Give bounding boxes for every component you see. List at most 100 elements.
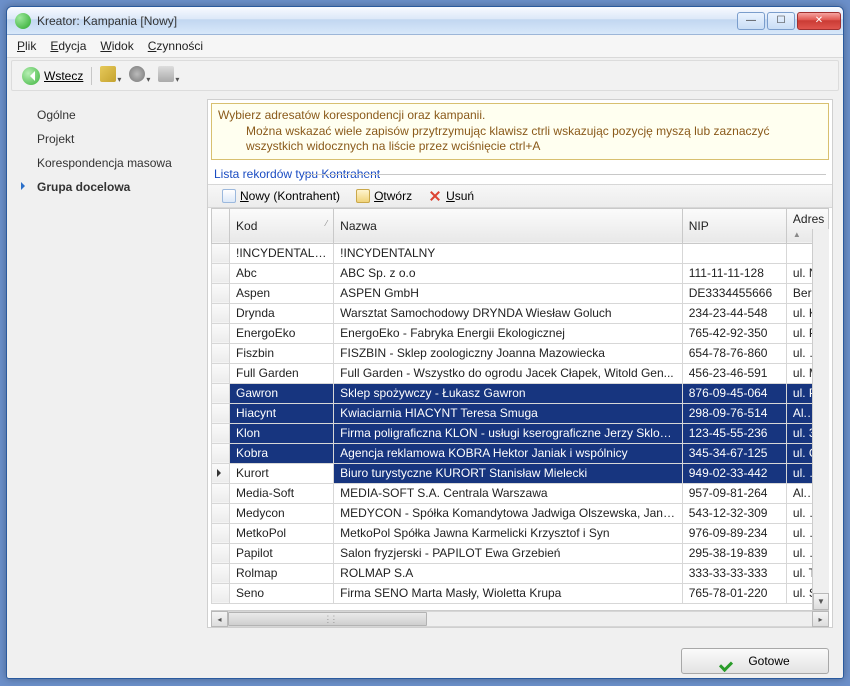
vertical-scrollbar[interactable]: ▼ — [812, 229, 829, 610]
new-record-button[interactable]: Nowy (Kontrahent) — [222, 189, 340, 203]
titlebar[interactable]: Kreator: Kampania [Nowy] — ☐ ✕ — [7, 7, 843, 35]
cell-nip[interactable]: 298-09-76-514 — [682, 403, 786, 423]
scroll-thumb[interactable] — [228, 612, 427, 626]
menu-file[interactable]: Plik — [17, 39, 36, 53]
cell-nip[interactable]: 976-09-89-234 — [682, 523, 786, 543]
horizontal-scrollbar[interactable]: ◂ ▸ — [211, 610, 829, 627]
table-row[interactable]: HiacyntKwiaciarnia HIACYNT Teresa Smuga2… — [212, 403, 829, 423]
table-row[interactable]: KobraAgencja reklamowa KOBRA Hektor Jani… — [212, 443, 829, 463]
cell-nazwa[interactable]: MEDYCON - Spółka Komandytowa Jadwiga Ols… — [334, 503, 683, 523]
row-handle[interactable] — [212, 483, 230, 503]
cell-kod[interactable]: Gawron — [230, 383, 334, 403]
ready-button[interactable]: Gotowe — [681, 648, 829, 674]
cell-nip[interactable]: 333-33-33-333 — [682, 563, 786, 583]
cell-nip[interactable]: 456-23-46-591 — [682, 363, 786, 383]
cell-nazwa[interactable]: Firma SENO Marta Masły, Wioletta Krupa — [334, 583, 683, 603]
row-handle[interactable] — [212, 323, 230, 343]
cell-kod[interactable]: Aspen — [230, 283, 334, 303]
cell-kod[interactable]: EnergoEko — [230, 323, 334, 343]
cell-nazwa[interactable]: MetkoPol Spółka Jawna Karmelicki Krzyszt… — [334, 523, 683, 543]
table-row[interactable]: AspenASPEN GmbHDE3334455666Berlir — [212, 283, 829, 303]
table-row[interactable]: MetkoPolMetkoPol Spółka Jawna Karmelicki… — [212, 523, 829, 543]
config-button[interactable]: ▾ — [100, 66, 121, 85]
table-row[interactable]: KurortBiuro turystyczne KURORT Stanisław… — [212, 463, 829, 483]
row-handle[interactable] — [212, 363, 230, 383]
table-row[interactable]: KlonFirma poligraficzna KLON - usługi ks… — [212, 423, 829, 443]
cell-nazwa[interactable]: ROLMAP S.A — [334, 563, 683, 583]
maximize-button[interactable]: ☐ — [767, 12, 795, 30]
cell-kod[interactable]: Seno — [230, 583, 334, 603]
row-handle[interactable] — [212, 543, 230, 563]
tools-button[interactable]: ▾ — [129, 66, 150, 85]
cell-nazwa[interactable]: Full Garden - Wszystko do ogrodu Jacek C… — [334, 363, 683, 383]
cell-nazwa[interactable]: ABC Sp. z o.o — [334, 263, 683, 283]
nav-item-target-group[interactable]: Grupa docelowa — [17, 175, 199, 199]
cell-nazwa[interactable]: EnergoEko - Fabryka Energii Ekologicznej — [334, 323, 683, 343]
cell-nazwa[interactable]: Biuro turystyczne KURORT Stanisław Miele… — [334, 463, 683, 483]
cell-nip[interactable]: DE3334455666 — [682, 283, 786, 303]
row-handle[interactable] — [212, 423, 230, 443]
cell-kod[interactable]: Media-Soft — [230, 483, 334, 503]
cell-nazwa[interactable]: MEDIA-SOFT S.A. Centrala Warszawa — [334, 483, 683, 503]
scroll-down-button[interactable]: ▼ — [813, 593, 829, 610]
row-handle[interactable] — [212, 263, 230, 283]
column-nip[interactable]: NIP — [682, 208, 786, 243]
table-row[interactable]: FiszbinFISZBIN - Sklep zoologiczny Joann… — [212, 343, 829, 363]
row-handle[interactable] — [212, 243, 230, 263]
nav-item-mass-correspondence[interactable]: Korespondencja masowa — [17, 151, 199, 175]
cell-kod[interactable]: Full Garden — [230, 363, 334, 383]
scroll-track[interactable] — [228, 611, 812, 627]
row-handle[interactable] — [212, 563, 230, 583]
cell-kod[interactable]: Abc — [230, 263, 334, 283]
cell-nip[interactable] — [682, 243, 786, 263]
cell-kod[interactable]: Rolmap — [230, 563, 334, 583]
cell-nip[interactable]: 111-11-11-128 — [682, 263, 786, 283]
row-handle[interactable] — [212, 383, 230, 403]
row-handle[interactable] — [212, 583, 230, 603]
cell-nip[interactable]: 543-12-32-309 — [682, 503, 786, 523]
cell-nip[interactable]: 654-78-76-860 — [682, 343, 786, 363]
table-row[interactable]: Full GardenFull Garden - Wszystko do ogr… — [212, 363, 829, 383]
cell-nazwa[interactable]: Salon fryzjerski - PAPILOT Ewa Grzebień — [334, 543, 683, 563]
cell-kod[interactable]: Kurort — [230, 463, 334, 483]
cell-nip[interactable]: 765-78-01-220 — [682, 583, 786, 603]
menu-actions[interactable]: Czynności — [148, 39, 203, 53]
cell-kod[interactable]: Hiacynt — [230, 403, 334, 423]
close-button[interactable]: ✕ — [797, 12, 841, 30]
row-handle[interactable] — [212, 303, 230, 323]
table-row[interactable]: PapilotSalon fryzjerski - PAPILOT Ewa Gr… — [212, 543, 829, 563]
cell-kod[interactable]: !INCYDENTALNY — [230, 243, 334, 263]
table-row[interactable]: AbcABC Sp. z o.o111-11-11-128ul. N — [212, 263, 829, 283]
cell-nip[interactable]: 765-42-92-350 — [682, 323, 786, 343]
nav-item-general[interactable]: Ogólne — [17, 103, 199, 127]
row-handle-header[interactable] — [212, 208, 230, 243]
delete-record-button[interactable]: Usuń — [428, 189, 474, 203]
cell-nazwa[interactable]: Kwiaciarnia HIACYNT Teresa Smuga — [334, 403, 683, 423]
row-handle[interactable] — [212, 283, 230, 303]
cell-kod[interactable]: Papilot — [230, 543, 334, 563]
cell-nazwa[interactable]: Sklep spożywczy - Łukasz Gawron — [334, 383, 683, 403]
scroll-left-button[interactable]: ◂ — [211, 611, 228, 627]
print-button[interactable]: ▾ — [158, 66, 179, 85]
cell-kod[interactable]: Medycon — [230, 503, 334, 523]
table-row[interactable]: Media-SoftMEDIA-SOFT S.A. Centrala Warsz… — [212, 483, 829, 503]
table-row[interactable]: MedyconMEDYCON - Spółka Komandytowa Jadw… — [212, 503, 829, 523]
row-handle[interactable] — [212, 343, 230, 363]
nav-item-project[interactable]: Projekt — [17, 127, 199, 151]
cell-kod[interactable]: MetkoPol — [230, 523, 334, 543]
cell-kod[interactable]: Fiszbin — [230, 343, 334, 363]
open-record-button[interactable]: Otwórz — [356, 189, 412, 203]
cell-kod[interactable]: Drynda — [230, 303, 334, 323]
cell-nip[interactable]: 123-45-55-236 — [682, 423, 786, 443]
row-handle[interactable] — [212, 463, 230, 483]
row-handle[interactable] — [212, 503, 230, 523]
table-row[interactable]: EnergoEkoEnergoEko - Fabryka Energii Eko… — [212, 323, 829, 343]
cell-nip[interactable]: 234-23-44-548 — [682, 303, 786, 323]
scroll-right-button[interactable]: ▸ — [812, 611, 829, 627]
contractors-grid[interactable]: Kod⁄ Nazwa NIP Adres ▲ !INCYDENTALNY!INC… — [211, 208, 829, 604]
cell-nip[interactable]: 957-09-81-264 — [682, 483, 786, 503]
cell-nazwa[interactable]: Agencja reklamowa KOBRA Hektor Janiak i … — [334, 443, 683, 463]
cell-nip[interactable]: 295-38-19-839 — [682, 543, 786, 563]
back-button[interactable]: Wstecz — [22, 67, 83, 85]
cell-kod[interactable]: Klon — [230, 423, 334, 443]
